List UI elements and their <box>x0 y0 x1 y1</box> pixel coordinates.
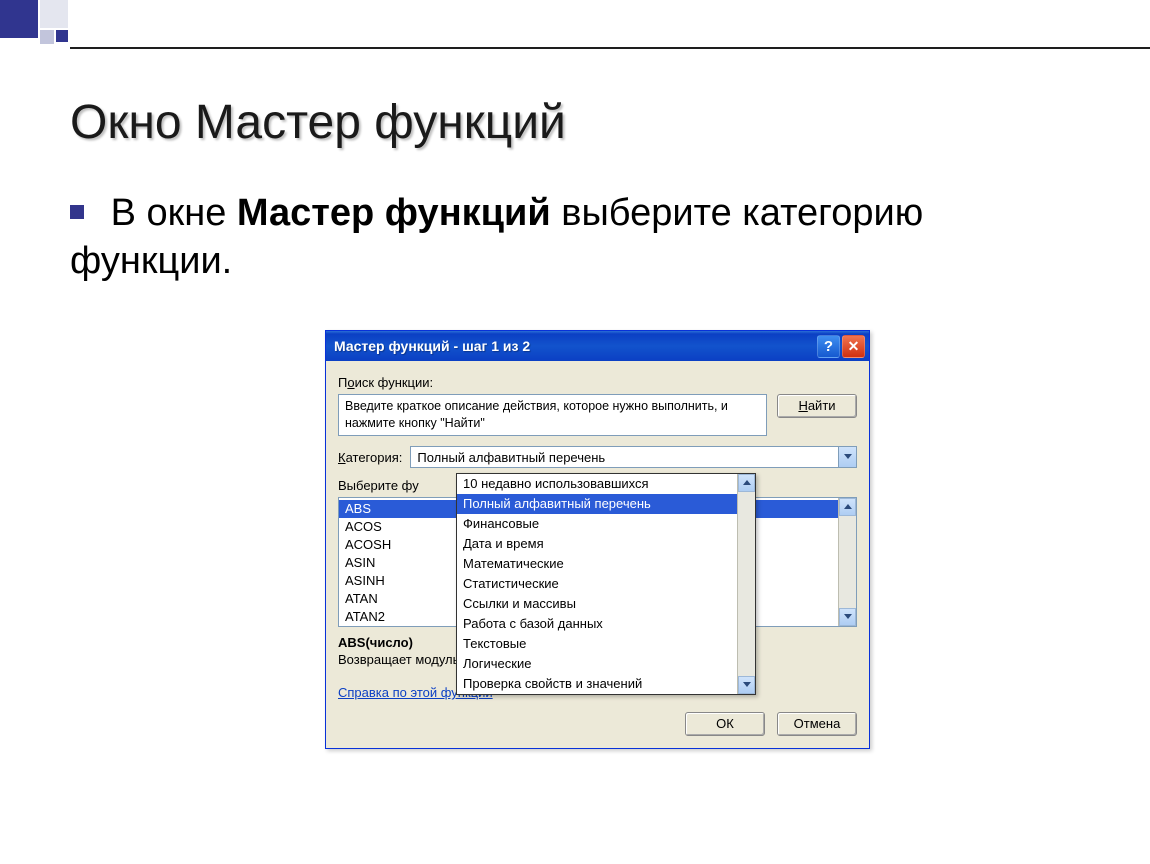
bullet-icon <box>70 205 84 219</box>
cancel-button[interactable]: Отмена <box>777 712 857 736</box>
chevron-down-icon[interactable] <box>838 447 856 467</box>
slide-rule <box>70 47 1150 49</box>
help-button[interactable]: ? <box>817 335 840 358</box>
scroll-up-icon[interactable] <box>839 498 856 516</box>
dropdown-item[interactable]: 10 недавно использовавшихся <box>457 474 737 494</box>
category-value: Полный алфавитный перечень <box>411 450 838 465</box>
dropdown-item[interactable]: Полный алфавитный перечень <box>457 494 737 514</box>
close-button[interactable]: ✕ <box>842 335 865 358</box>
dropdown-item[interactable]: Математические <box>457 554 737 574</box>
body-bold: Мастер функций <box>237 192 551 234</box>
dropdown-item[interactable]: Проверка свойств и значений <box>457 674 737 694</box>
dropdown-item[interactable]: Логические <box>457 654 737 674</box>
find-button[interactable]: Найти <box>777 394 857 418</box>
scroll-down-icon[interactable] <box>839 608 856 626</box>
dropdown-item[interactable]: Текстовые <box>457 634 737 654</box>
dropdown-item[interactable]: Дата и время <box>457 534 737 554</box>
search-input[interactable]: Введите краткое описание действия, котор… <box>338 394 767 436</box>
dropdown-scrollbar[interactable] <box>737 474 755 694</box>
dropdown-item[interactable]: Статистические <box>457 574 737 594</box>
dialog-title: Мастер функций - шаг 1 из 2 <box>334 338 815 354</box>
dropdown-item[interactable]: Работа с базой данных <box>457 614 737 634</box>
slide-decoration <box>0 0 200 70</box>
dialog-titlebar[interactable]: Мастер функций - шаг 1 из 2 ? ✕ <box>326 331 869 361</box>
function-wizard-dialog: Мастер функций - шаг 1 из 2 ? ✕ Поиск фу… <box>325 330 870 749</box>
slide-title: Окно Мастер функций <box>70 95 566 150</box>
category-combo[interactable]: Полный алфавитный перечень <box>410 446 857 468</box>
category-dropdown[interactable]: 10 недавно использовавшихсяПолный алфави… <box>456 473 756 695</box>
dropdown-item[interactable]: Ссылки и массивы <box>457 594 737 614</box>
scroll-down-icon[interactable] <box>738 676 755 694</box>
body-prefix: В окне <box>111 192 237 234</box>
ok-button[interactable]: ОК <box>685 712 765 736</box>
scroll-up-icon[interactable] <box>738 474 755 492</box>
search-label: Поиск функции: <box>338 375 857 390</box>
function-list-scrollbar[interactable] <box>838 498 856 626</box>
category-label: Категория: <box>338 450 402 465</box>
dropdown-item[interactable]: Финансовые <box>457 514 737 534</box>
slide-body: В окне Мастер функций выберите категорию… <box>70 190 1070 285</box>
